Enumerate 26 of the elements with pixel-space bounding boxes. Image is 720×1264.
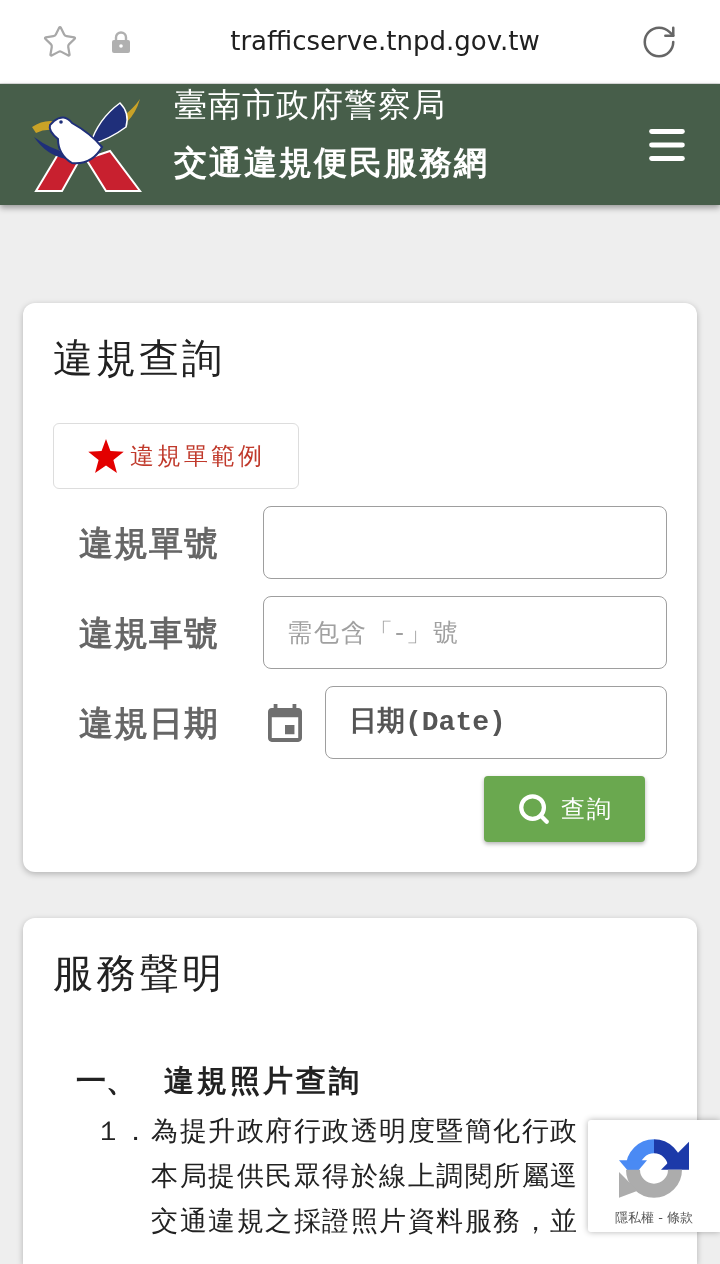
field-label: 違規車號: [79, 611, 220, 655]
item-number: １．: [95, 1114, 150, 1148]
text-input[interactable]: 需包含「-」號: [263, 596, 667, 669]
star-icon: [87, 439, 124, 473]
link-separator: -: [658, 1209, 663, 1227]
field-label: 違規日期: [79, 701, 220, 745]
section-number: 一、: [76, 1062, 137, 1100]
bookmark-star-icon[interactable]: [42, 23, 78, 60]
search-icon: [516, 792, 551, 826]
text-input[interactable]: [263, 506, 667, 579]
lock-icon: [112, 30, 130, 53]
card-title: 違規查詢: [53, 334, 226, 383]
paragraph-line: 為提升政府行政透明度暨簡化行政: [151, 1114, 579, 1148]
card-title: 服務聲明: [53, 949, 226, 998]
terms-link[interactable]: 條款: [666, 1208, 693, 1228]
paragraph-line: 交通違規之採證照片資料服務，並: [151, 1204, 579, 1238]
field-label: 違規單號: [79, 521, 220, 565]
url-text[interactable]: trafficserve.tnpd.gov.tw: [230, 22, 540, 61]
agency-name: 臺南市政府警察局: [174, 85, 447, 125]
paragraph-line: 本局提供民眾得於線上調閱所屬逕: [151, 1159, 579, 1193]
date-input[interactable]: 日期(Date): [325, 686, 667, 759]
example-button[interactable]: 違規單範例: [53, 423, 299, 489]
section-heading: 違規照片查詢: [164, 1062, 362, 1100]
calendar-icon[interactable]: [268, 703, 302, 742]
privacy-link[interactable]: 隱私權: [615, 1208, 655, 1228]
site-title: 交通違規便民服務網: [174, 143, 489, 183]
